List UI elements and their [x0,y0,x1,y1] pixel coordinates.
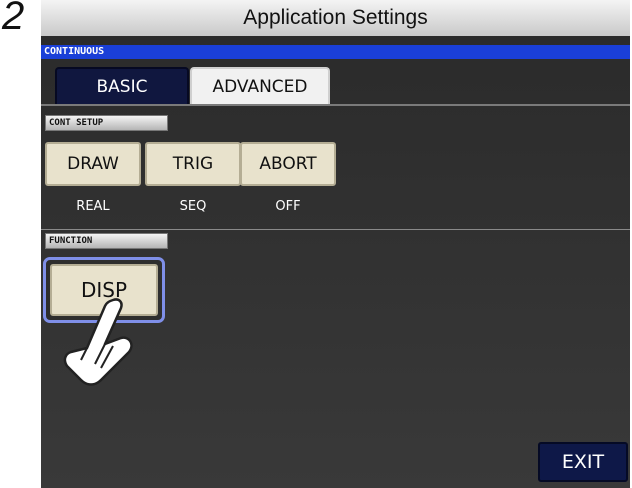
step-number: 2 [2,0,25,38]
hand-pointer-icon [63,298,133,386]
trig-value: SEQ [179,199,207,214]
tab-basic[interactable]: BASIC [55,67,189,105]
cont-setup-heading: CONT SETUP [45,115,168,131]
window-title: Application Settings [41,0,630,37]
draw-value: REAL [76,199,110,214]
function-heading: FUNCTION [45,233,168,249]
mode-strip: CONTINUOUS [41,45,630,59]
abort-button[interactable]: ABORT [240,142,336,186]
draw-button[interactable]: DRAW [45,142,141,186]
tab-advanced[interactable]: ADVANCED [190,67,330,105]
device-screen: CONTINUOUS BASIC ADVANCED CONT SETUP DRA… [41,36,630,488]
section-divider [41,229,630,230]
mode-label: CONTINUOUS [44,46,105,57]
trig-button[interactable]: TRIG [145,142,241,186]
abort-value: OFF [275,199,301,214]
panel-divider [41,104,630,106]
exit-button[interactable]: EXIT [538,442,628,482]
